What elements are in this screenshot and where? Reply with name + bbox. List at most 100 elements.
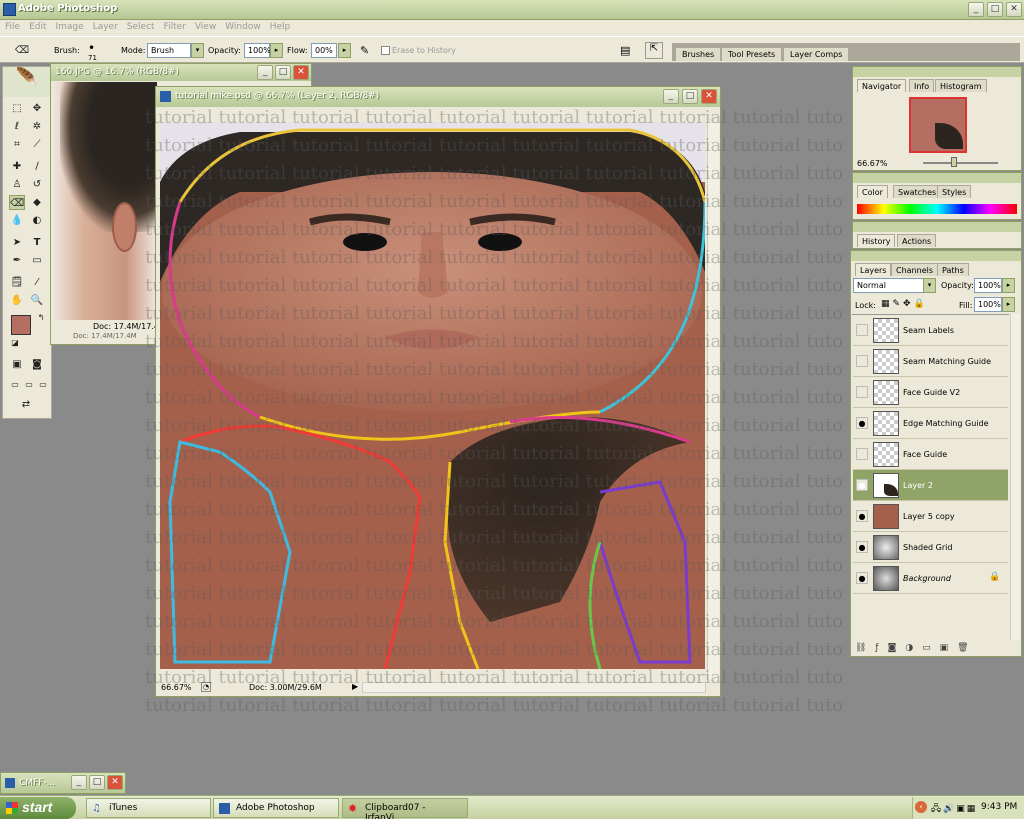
quick-mask-mode-icon[interactable]: ◙ — [29, 357, 45, 372]
taskbar-item-photoshop[interactable]: Adobe Photoshop — [213, 798, 339, 818]
opacity-field[interactable]: 100% — [244, 43, 271, 58]
blur-tool-icon[interactable]: 💧 — [9, 213, 25, 228]
fill-field[interactable]: 100% — [974, 297, 1002, 312]
menu-select[interactable]: Select — [122, 20, 159, 32]
layer-row[interactable]: ● Layer 2 — [853, 470, 1008, 501]
color-panel-handle[interactable] — [853, 173, 1021, 183]
layer-row[interactable]: ● Background 🔒 — [853, 563, 1008, 594]
min-doc-restore-button[interactable]: □ — [89, 775, 105, 790]
palette-well-icon[interactable]: ▤ — [620, 44, 630, 57]
go-to-bridge-icon[interactable]: ⇱ — [645, 42, 663, 59]
eyedropper-tool-icon[interactable]: ⁄ — [29, 275, 45, 290]
visibility-toggle[interactable] — [856, 448, 868, 460]
tab-navigator[interactable]: Navigator — [857, 79, 907, 92]
mode-dropdown-icon[interactable]: ▾ — [191, 43, 204, 58]
horizontal-scrollbar[interactable] — [362, 682, 706, 693]
crop-tool-icon[interactable]: ⌗ — [9, 137, 25, 152]
clone-stamp-tool-icon[interactable]: ♙ — [9, 177, 25, 192]
layer-row[interactable]: Face Guide V2 — [853, 377, 1008, 408]
lock-icons[interactable]: ▦✎✥🔒 — [881, 299, 928, 309]
layers-footer-buttons[interactable]: ⛓ƒ◙◑▭▣🗑 — [855, 643, 1015, 655]
tab-layer-comps[interactable]: Layer Comps — [783, 47, 850, 61]
navigator-zoom[interactable]: 66.67% — [857, 159, 888, 168]
flow-slider-icon[interactable]: ▸ — [338, 43, 351, 58]
magic-wand-tool-icon[interactable]: ✲ — [29, 119, 45, 134]
fill-slider-icon[interactable]: ▸ — [1002, 297, 1015, 312]
jump-to-imageready-icon[interactable]: ⇄ — [9, 397, 43, 412]
eye-icon[interactable]: ● — [856, 541, 868, 553]
flow-field[interactable]: 00% — [311, 43, 337, 58]
vertical-scrollbar[interactable] — [707, 123, 719, 683]
screen-mode-3-icon[interactable]: ▭ — [35, 377, 51, 392]
healing-brush-tool-icon[interactable]: ✚ — [9, 159, 25, 174]
tab-tool-presets[interactable]: Tool Presets — [721, 47, 783, 61]
navigator-zoom-slider[interactable] — [923, 162, 998, 164]
status-menu-icon[interactable]: ◔ — [201, 682, 211, 692]
taskbar-item-itunes[interactable]: ♫ iTunes — [86, 798, 211, 818]
eraser-tool-icon[interactable]: ⌫ — [9, 195, 25, 210]
eye-icon[interactable]: ● — [856, 479, 868, 491]
airbrush-icon[interactable]: ✎ — [360, 44, 369, 57]
start-button[interactable]: start — [0, 797, 76, 819]
menu-view[interactable]: View — [190, 20, 220, 32]
standard-mode-icon[interactable]: ▣ — [9, 357, 25, 372]
main-doc-maximize-button[interactable]: □ — [682, 89, 698, 104]
menu-file[interactable]: File — [0, 20, 24, 32]
tab-histogram[interactable]: Histogram — [935, 79, 987, 92]
back-document-titlebar[interactable]: 160.JPG @ 16.7% (RGB/8#) _ □ ✕ — [51, 64, 311, 81]
main-doc-zoom[interactable]: 66.67% — [161, 683, 192, 692]
erase-history-checkbox[interactable] — [381, 46, 390, 55]
menu-image[interactable]: Image — [51, 20, 88, 32]
history-panel-handle[interactable] — [853, 222, 1021, 232]
taskbar-item-irfanview[interactable]: ✸ Clipboard07 - IrfanVi... — [342, 798, 468, 819]
layer-row[interactable]: ● Layer 5 copy — [853, 501, 1008, 532]
tab-channels[interactable]: Channels — [891, 263, 939, 276]
marquee-tool-icon[interactable]: ⬚ — [9, 101, 25, 116]
layer-opacity-slider-icon[interactable]: ▸ — [1002, 278, 1015, 293]
main-doc-minimize-button[interactable]: _ — [663, 89, 679, 104]
type-tool-icon[interactable]: T — [29, 235, 45, 250]
navigator-panel-handle[interactable] — [853, 67, 1021, 77]
layer-row[interactable]: Face Guide — [853, 439, 1008, 470]
tab-history[interactable]: History — [857, 234, 896, 247]
move-tool-icon[interactable]: ✥ — [29, 101, 45, 116]
default-colors-icon[interactable]: ◪ — [7, 335, 23, 350]
color-spectrum-bar[interactable] — [857, 204, 1017, 214]
menu-edit[interactable]: Edit — [24, 20, 50, 32]
min-doc-minimize-button[interactable]: _ — [71, 775, 87, 790]
minimized-document[interactable]: CMFF-... _ □ ✕ — [0, 772, 126, 794]
menu-filter[interactable]: Filter — [159, 20, 190, 32]
brush-preview-icon[interactable]: • — [88, 41, 95, 55]
layer-row[interactable]: ● Shaded Grid — [853, 532, 1008, 563]
back-doc-minimize-button[interactable]: _ — [257, 65, 273, 80]
eye-icon[interactable]: ● — [856, 417, 868, 429]
tray-icons[interactable]: 🖧🔊▣▦ — [931, 801, 977, 817]
menu-window[interactable]: Window — [220, 20, 265, 32]
layers-panel-handle[interactable] — [851, 251, 1021, 261]
slice-tool-icon[interactable]: ⟋ — [29, 137, 45, 152]
layer-row[interactable]: Seam Labels — [853, 315, 1008, 346]
tab-paths[interactable]: Paths — [937, 263, 969, 276]
history-brush-tool-icon[interactable]: ↺ — [29, 177, 45, 192]
mode-select[interactable]: Brush — [147, 43, 191, 58]
canvas-texture[interactable] — [160, 122, 705, 669]
clock[interactable]: 9:43 PM — [981, 802, 1017, 812]
close-button[interactable]: ✕ — [1006, 2, 1022, 17]
opacity-slider-icon[interactable]: ▸ — [270, 43, 283, 58]
layer-opacity-field[interactable]: 100% — [974, 278, 1002, 293]
foreground-color-swatch[interactable] — [11, 315, 31, 335]
eraser-tool-icon[interactable]: ⌫ — [14, 43, 30, 58]
visibility-toggle[interactable] — [856, 386, 868, 398]
layer-row[interactable]: Seam Matching Guide — [853, 346, 1008, 377]
shape-tool-icon[interactable]: ▭ — [29, 253, 45, 268]
swap-colors-icon[interactable]: ↰ — [33, 310, 49, 325]
eye-icon[interactable]: ● — [856, 510, 868, 522]
back-doc-close-button[interactable]: ✕ — [293, 65, 309, 80]
tab-swatches[interactable]: Swatches — [893, 185, 942, 198]
pen-tool-icon[interactable]: ✒ — [9, 253, 25, 268]
status-arrow-icon[interactable]: ▶ — [352, 682, 358, 691]
layer-row[interactable]: ● Edge Matching Guide — [853, 408, 1008, 439]
hand-tool-icon[interactable]: ✋ — [9, 293, 25, 308]
menu-help[interactable]: Help — [265, 20, 295, 32]
brush-tool-icon[interactable]: ∕ — [29, 159, 45, 174]
